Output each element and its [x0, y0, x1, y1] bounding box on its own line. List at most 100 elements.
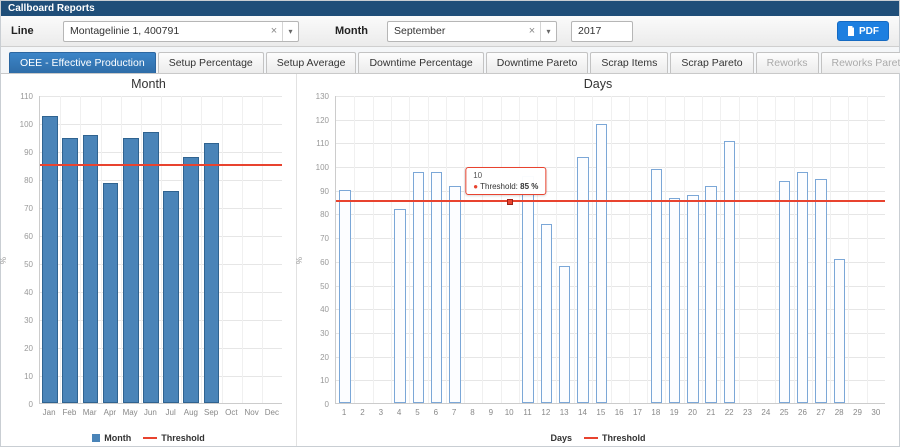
month-select[interactable]: September × ▾ [387, 20, 557, 42]
bar[interactable] [577, 157, 589, 403]
bar[interactable] [394, 209, 406, 403]
bar[interactable] [449, 185, 461, 403]
bar[interactable] [796, 171, 809, 403]
x-tick-label: Feb [62, 408, 77, 417]
legend-label: Threshold [602, 433, 646, 443]
y-tick-label: 40 [24, 288, 33, 297]
filter-bar: Line Montagelinie 1, 400791 × ▾ Month Se… [1, 16, 899, 47]
y-tick-label: 110 [316, 139, 329, 149]
gridline [140, 96, 142, 403]
year-input[interactable] [571, 20, 633, 42]
month-label: Month [335, 25, 368, 37]
y-tick-label: 50 [24, 260, 33, 269]
tab-downtime-pareto[interactable]: Downtime Pareto [485, 52, 589, 73]
tab-oee-effective-production[interactable]: OEE - Effective Production [9, 52, 156, 73]
tooltip: 10 ● Threshold: 85 % [465, 167, 547, 196]
x-tick-label: 23 [743, 408, 752, 417]
x-tick-label: 12 [541, 408, 551, 417]
legend-label: Month [104, 433, 132, 443]
y-tick-label: 0 [28, 400, 33, 409]
bar[interactable] [430, 171, 443, 403]
threshold-line [336, 200, 885, 203]
x-tick-label: 15 [596, 408, 606, 417]
gridline [519, 96, 520, 403]
pdf-button[interactable]: PDF [837, 21, 889, 41]
tab-scrap-items[interactable]: Scrap Items [590, 52, 669, 73]
x-tick-label: Nov [244, 408, 259, 417]
legend-item-month: Month [92, 433, 131, 443]
bar[interactable] [183, 157, 200, 403]
bar[interactable] [62, 137, 79, 403]
gridline [647, 96, 649, 403]
tab-setup-average[interactable]: Setup Average [265, 52, 357, 73]
bar[interactable] [705, 185, 717, 403]
x-tick-label: Dec [264, 408, 279, 417]
y-tick-label: 90 [24, 148, 33, 157]
bar[interactable] [650, 169, 662, 403]
bar[interactable] [778, 181, 791, 403]
bar[interactable] [833, 258, 845, 403]
gridline [665, 96, 667, 403]
gridline [372, 96, 374, 403]
gridline [409, 96, 411, 403]
x-tick-label: Apr [103, 408, 117, 417]
y-tick-label: 40 [320, 305, 329, 315]
x-tick-label: 26 [798, 408, 807, 417]
charts-panel: Month%0102030405060708090100110JanFebMar… [0, 73, 899, 446]
x-tick-label: 4 [396, 408, 402, 417]
bar[interactable] [82, 135, 99, 403]
plot-area: 10 ● Threshold: 85 % [335, 96, 885, 404]
bar[interactable] [339, 190, 351, 403]
clear-icon[interactable]: × [266, 25, 282, 37]
tab-downtime-percentage[interactable]: Downtime Percentage [358, 52, 484, 73]
chevron-down-icon[interactable]: ▾ [282, 21, 298, 41]
bar[interactable] [102, 182, 119, 403]
pdf-button-label: PDF [859, 25, 879, 37]
chart-legend: Days Threshold [297, 433, 899, 443]
y-tick-label: 30 [320, 328, 329, 338]
bar[interactable] [595, 124, 608, 403]
x-tick-label: 13 [559, 408, 569, 417]
gridline [683, 96, 685, 403]
plot-area [39, 96, 282, 404]
bar[interactable] [522, 176, 534, 403]
line-select[interactable]: Montagelinie 1, 400791 × ▾ [63, 20, 299, 42]
bar[interactable] [143, 132, 159, 403]
gridline [60, 96, 62, 403]
x-tick-label: 27 [816, 408, 826, 417]
tooltip-value: ● Threshold: 85 % [473, 182, 539, 192]
y-tick-label: 120 [315, 115, 329, 125]
x-tick-label: 28 [834, 408, 844, 417]
bar[interactable] [559, 266, 571, 403]
month-chart: Month%0102030405060708090100110JanFebMar… [0, 74, 297, 446]
bar[interactable] [668, 197, 681, 403]
bar[interactable] [540, 223, 553, 403]
gridline [201, 96, 203, 403]
pdf-icon [847, 26, 855, 36]
bar[interactable] [42, 115, 58, 403]
y-tick-label: 20 [24, 344, 33, 353]
bar[interactable] [163, 190, 179, 403]
bar[interactable] [687, 195, 699, 403]
bar[interactable] [412, 171, 425, 403]
tab-reworks-pareto: Reworks Pareto [820, 52, 900, 73]
gridline [610, 96, 612, 403]
gridline [261, 96, 263, 403]
x-tick-label: 8 [470, 408, 475, 417]
gridline [354, 96, 356, 403]
y-tick-label: 10 [24, 372, 33, 381]
clear-icon[interactable]: × [524, 25, 540, 37]
bar[interactable] [203, 143, 220, 403]
chart-legend: Month Threshold [1, 433, 296, 443]
bar[interactable] [122, 137, 139, 403]
threshold-dot-icon: ● [473, 182, 479, 192]
x-tick-label: May [122, 408, 138, 417]
x-tick-label: Jul [165, 408, 176, 417]
tab-setup-percentage[interactable]: Setup Percentage [157, 52, 264, 73]
tab-scrap-pareto[interactable]: Scrap Pareto [670, 52, 754, 73]
bar[interactable] [723, 140, 736, 403]
chevron-down-icon[interactable]: ▾ [540, 21, 556, 41]
bar[interactable] [815, 178, 827, 403]
gridline [866, 96, 868, 403]
y-tick-label: 60 [320, 257, 329, 267]
